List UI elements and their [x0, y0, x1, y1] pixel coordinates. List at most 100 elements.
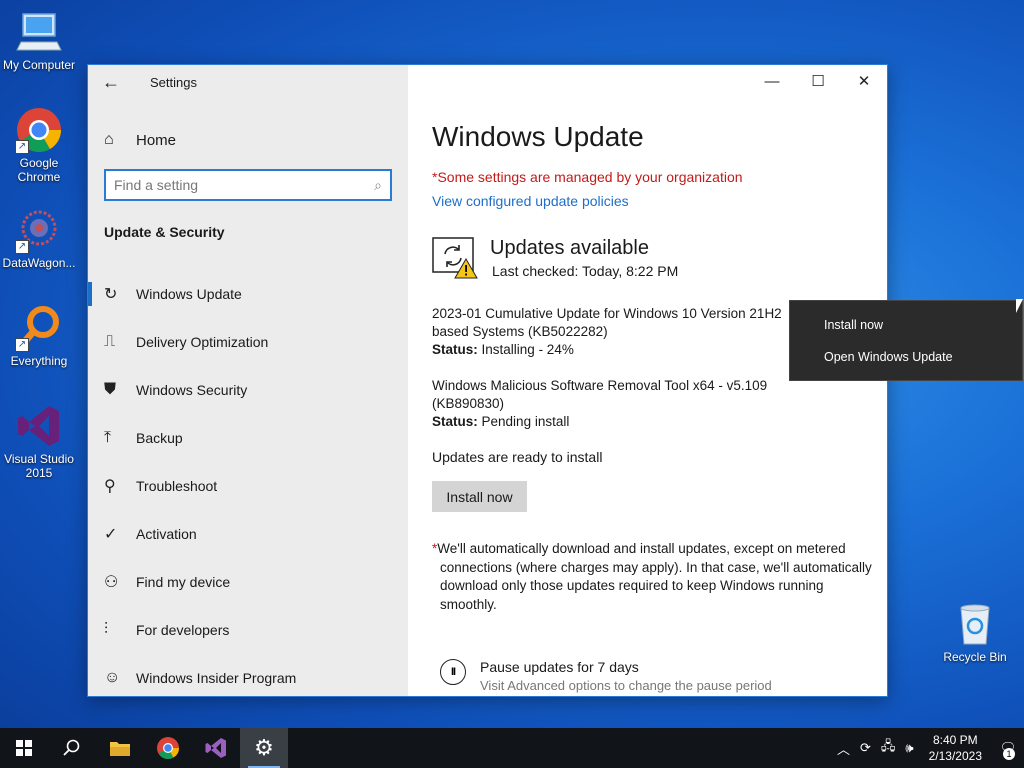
update-item: 2023-01 Cumulative Update for Windows 10…	[432, 305, 832, 359]
update-item: Windows Malicious Software Removal Tool …	[432, 377, 832, 431]
sidebar-item-label: Home	[136, 131, 177, 149]
shield-icon: ⛊	[104, 381, 117, 398]
search-icon: ⌕	[374, 176, 382, 193]
sidebar-item-label: Delivery Optimization	[136, 334, 269, 350]
ready-to-install-text: Updates are ready to install	[432, 449, 603, 465]
updates-available-heading: Updates available	[490, 237, 649, 259]
window-title: Settings	[150, 75, 197, 90]
search-icon	[63, 739, 80, 756]
status-label: Status:	[432, 342, 478, 357]
network-icon[interactable]: 🖧	[881, 737, 896, 759]
file-explorer-button[interactable]	[96, 728, 144, 768]
auto-install-note: *We'll automatically download and instal…	[432, 540, 872, 614]
desktop-icon-visual-studio[interactable]: Visual Studio 2015	[0, 402, 78, 480]
section-title: Update & Security	[104, 224, 225, 240]
cat-icon: ☺	[104, 669, 121, 686]
datawagon-icon: ↗	[15, 206, 63, 254]
pause-icon[interactable]: II	[440, 659, 466, 685]
pause-updates-link[interactable]: Pause updates for 7 days	[480, 659, 639, 675]
desktop-icon-label: Visual Studio 2015	[4, 452, 74, 480]
managed-notice: *Some settings are managed by your organ…	[432, 169, 743, 185]
menu-item-open-windows-update[interactable]: Open Windows Update	[790, 347, 1022, 379]
sidebar-item-label: Activation	[136, 526, 197, 542]
volume-icon[interactable]: 🕪	[905, 740, 913, 756]
backup-icon: ⤒	[104, 429, 112, 446]
settings-button[interactable]: ⚙	[240, 728, 288, 768]
status-label: Status:	[432, 414, 478, 429]
maximize-button[interactable]: ☐	[795, 65, 841, 97]
desktop-icon-label: Everything	[10, 354, 68, 368]
chrome-button[interactable]	[144, 728, 192, 768]
last-checked-text: Last checked: Today, 8:22 PM	[492, 263, 679, 279]
sidebar-item-home[interactable]: ⌂ Home	[104, 129, 176, 151]
sidebar-item-label: Windows Insider Program	[136, 670, 297, 686]
search-button[interactable]	[48, 728, 96, 768]
clock-date: 2/13/2023	[928, 749, 982, 763]
home-icon: ⌂	[104, 131, 114, 148]
find-setting-search[interactable]: ⌕	[104, 169, 392, 201]
sidebar-item-find-my-device[interactable]: ⚇ Find my device	[88, 558, 408, 606]
sidebar-item-windows-insider[interactable]: ☺ Windows Insider Program	[88, 654, 408, 696]
chevron-up-icon[interactable]: ︿	[837, 739, 850, 758]
sidebar-item-label: Backup	[136, 430, 183, 446]
menu-item-install-now[interactable]: Install now	[790, 315, 1022, 347]
close-button[interactable]: ✕	[841, 65, 887, 97]
desktop-icon-my-computer[interactable]: My Computer	[0, 8, 78, 72]
notification-count: 1	[1003, 748, 1015, 760]
sidebar-item-delivery-optimization[interactable]: ⎍ Delivery Optimization	[88, 318, 408, 366]
sidebar-item-windows-security[interactable]: ⛊ Windows Security	[88, 366, 408, 414]
sliders-icon: ⫶	[104, 621, 109, 638]
taskbar: ⚙ ︿ ⟳ 🖧 🕪 8:40 PM 2/13/2023 🗨 1	[0, 728, 1024, 768]
page-title: Windows Update	[432, 121, 644, 152]
sidebar-item-for-developers[interactable]: ⫶ For developers	[88, 606, 408, 654]
status-value: Pending install	[481, 414, 570, 429]
sidebar-item-label: Windows Update	[136, 286, 242, 302]
recycle-bin-icon	[951, 600, 999, 648]
desktop-icon-datawagon[interactable]: ↗ DataWagon...	[0, 206, 78, 270]
system-tray: ︿ ⟳ 🖧 🕪 8:40 PM 2/13/2023 🗨 1	[832, 728, 1024, 768]
update-tray-icon[interactable]: ⟳	[860, 740, 871, 756]
visual-studio-button[interactable]	[192, 728, 240, 768]
sidebar-item-label: Troubleshoot	[136, 478, 218, 494]
sidebar-item-activation[interactable]: ✓ Activation	[88, 510, 408, 558]
action-center-button[interactable]: 🗨 1	[992, 728, 1024, 768]
back-arrow-icon[interactable]: ←	[102, 73, 124, 91]
status-value: Installing - 24%	[481, 342, 574, 357]
update-warning-icon	[432, 237, 478, 279]
desktop-icon-label: My Computer	[2, 58, 76, 72]
desktop-icon-everything[interactable]: ↗ Everything	[0, 304, 78, 368]
wrench-icon: ⚲	[104, 478, 116, 495]
minimize-button[interactable]: —	[749, 65, 795, 97]
person-icon: ⚇	[104, 574, 119, 591]
install-now-button[interactable]: Install now	[432, 481, 527, 512]
start-button[interactable]	[0, 728, 48, 768]
everything-icon: ↗	[15, 304, 63, 352]
check-circle-icon: ✓	[104, 526, 118, 543]
desktop-icon-recycle-bin[interactable]: Recycle Bin	[936, 600, 1014, 664]
desktop-icon-label: Google Chrome	[17, 156, 61, 184]
delivery-icon: ⎍	[104, 333, 116, 350]
sidebar-item-backup[interactable]: ⤒ Backup	[88, 414, 408, 462]
sidebar-item-label: Find my device	[136, 574, 231, 590]
window-controls: — ☐ ✕	[749, 65, 887, 97]
note-text: We'll automatically download and install…	[437, 541, 872, 612]
sidebar-nav: ↻ Windows Update ⎍ Delivery Optimization…	[88, 270, 408, 696]
shortcut-arrow-icon: ↗	[15, 140, 29, 154]
shortcut-arrow-icon: ↗	[15, 338, 29, 352]
view-policies-link[interactable]: View configured update policies	[432, 193, 629, 209]
sync-icon: ↻	[104, 286, 118, 303]
mouse-cursor-icon	[1016, 299, 1023, 313]
clock[interactable]: 8:40 PM 2/13/2023	[929, 732, 982, 764]
desktop-icon-label: DataWagon...	[2, 256, 76, 270]
file-explorer-icon	[110, 742, 130, 756]
chrome-icon	[157, 737, 179, 759]
context-menu: Install now Open Windows Update	[789, 300, 1023, 381]
sidebar-item-windows-update[interactable]: ↻ Windows Update	[88, 270, 408, 318]
shortcut-arrow-icon: ↗	[15, 240, 29, 254]
desktop-icon-google-chrome[interactable]: ↗ Google Chrome	[0, 106, 78, 184]
search-input[interactable]	[114, 177, 375, 193]
settings-sidebar: ← Settings ⌂ Home ⌕ Update & Security ↻ …	[88, 65, 408, 696]
settings-window: ← Settings ⌂ Home ⌕ Update & Security ↻ …	[87, 64, 888, 697]
sidebar-item-troubleshoot[interactable]: ⚲ Troubleshoot	[88, 462, 408, 510]
start-icon	[16, 740, 32, 756]
